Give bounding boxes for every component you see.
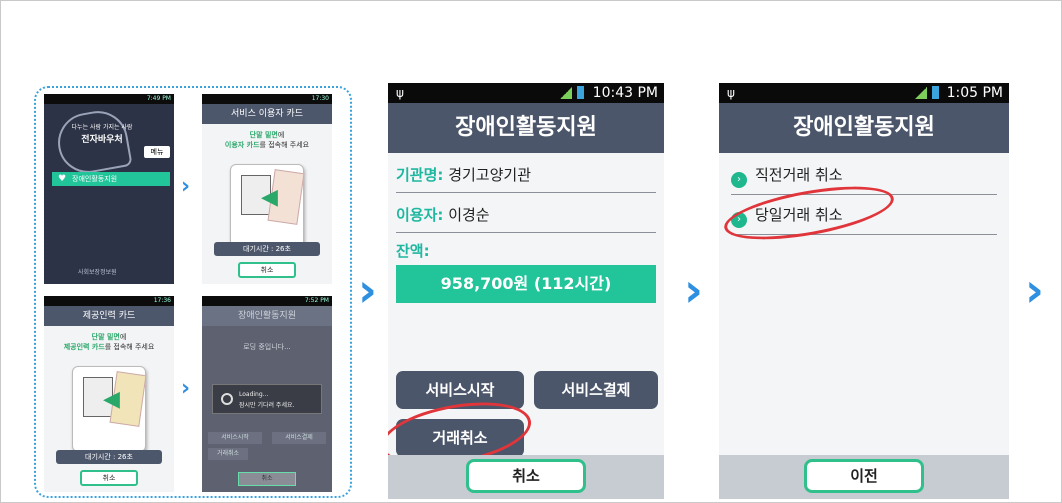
status-bar: ψ 1:05 PM [719, 83, 1009, 103]
mini-start-button[interactable]: 서비스시작 [208, 432, 262, 444]
mini-status-bar: 7:49 PM [44, 94, 174, 104]
chevron-right-icon: › [181, 376, 191, 401]
chevron-right-icon: › [684, 263, 703, 317]
loading-dialog: Loading... 잠시만 기다려 주세요. [212, 384, 322, 414]
bottom-bar: 취소 [388, 455, 664, 499]
cancel-button[interactable]: 취소 [238, 262, 296, 278]
arrow-left-icon: ◀ [261, 185, 278, 210]
cancel-button[interactable]: 취소 [238, 472, 296, 486]
balance-value: 958,700원 (112시간) [396, 265, 656, 303]
user-label: 이용자: [396, 206, 444, 224]
balance-row: 잔액: [396, 233, 656, 269]
instruction-highlight: 이용자 카드 [224, 141, 260, 149]
signal-icon [915, 87, 927, 99]
user-row: 이용자: 이경순 [396, 197, 656, 233]
card-reader-illustration: ◀ [230, 164, 305, 250]
chevron-right-icon: › [358, 263, 377, 317]
mini-body: 단말 밑면에 이용자 카드를 접속해 주세요 ◀ 대기시간 : 26초 취소 [202, 124, 332, 284]
cancel-button[interactable]: 취소 [80, 470, 138, 486]
status-bar: ψ 10:43 PM [388, 83, 664, 103]
clock: 1:05 PM [946, 85, 1003, 101]
usb-icon: ψ [727, 86, 735, 100]
mini-pay-button[interactable]: 서비스결제 [272, 432, 326, 444]
previous-button[interactable]: 이전 [804, 459, 924, 493]
phone-screen-cancel-options: ψ 1:05 PM 장애인활동지원 › 직전거래 취소 › 당일거래 취소 이전 [719, 83, 1009, 499]
battery-icon [932, 86, 939, 99]
mini-header: 서비스 이용자 카드 [202, 104, 332, 124]
mini-tagline: 다누는 사람 가지는 사람 [71, 124, 133, 131]
page-title: 장애인활동지원 [388, 103, 664, 153]
mini-title: 전자바우처 [81, 135, 123, 145]
instruction-text: 를 접속해 주세요 [104, 343, 155, 351]
signal-icon [560, 87, 572, 99]
bottom-bar: 이전 [719, 455, 1009, 499]
wait-time-badge: 대기시간 : 26초 [56, 450, 162, 464]
instruction-highlight: 단말 밑면 [91, 333, 120, 341]
footer-logo: 사회보장정보원 [78, 269, 117, 276]
instruction-line-1: 단말 밑면에 제공인력 카드를 접속해 주세요 [44, 332, 174, 352]
battery-icon [577, 86, 584, 99]
mini-screen-main: 7:49 PM 다누는 사람 가지는 사람 전자바우처 메뉴 ♥ 장애인활동지원… [44, 94, 174, 284]
mini-status-bar: 17:30 [202, 94, 332, 104]
mini-cancel-tx-button[interactable]: 거래취소 [208, 448, 248, 460]
mini-service-label: 장애인활동지원 [72, 175, 118, 183]
chevron-right-icon: › [181, 174, 191, 199]
org-label: 기관명: [396, 166, 444, 184]
instruction-highlight: 단말 밑면 [249, 131, 278, 139]
wait-time-badge: 대기시간 : 26초 [214, 242, 320, 256]
mini-status-bar: 17:36 [44, 296, 174, 306]
arrow-left-icon: ◀ [103, 387, 120, 412]
instruction-line-1: 단말 밑면에 이용자 카드를 접속해 주세요 [202, 130, 332, 150]
service-pay-button[interactable]: 서비스결제 [534, 371, 658, 409]
instruction-text: 에 [277, 131, 285, 139]
user-value: 이경순 [448, 206, 490, 224]
org-row: 기관명: 경기고양기관 [396, 157, 656, 193]
instruction-text: 를 접속해 주세요 [259, 141, 310, 149]
page-title: 장애인활동지원 [719, 103, 1009, 153]
mini-screens-group: 7:49 PM 다누는 사람 가지는 사람 전자바우처 메뉴 ♥ 장애인활동지원… [34, 86, 352, 498]
clock: 10:43 PM [592, 85, 658, 101]
phone-screen-balance: ψ 10:43 PM 장애인활동지원 기관명: 경기고양기관 이용자: 이경순 … [388, 83, 664, 499]
figure-frame: 7:49 PM 다누는 사람 가지는 사람 전자바우처 메뉴 ♥ 장애인활동지원… [0, 0, 1062, 503]
cancel-button[interactable]: 취소 [466, 459, 586, 493]
mini-screen-provider-card: 17:36 제공인력 카드 단말 밑면에 제공인력 카드를 접속해 주세요 ◀ … [44, 296, 174, 492]
usb-icon: ψ [396, 86, 404, 100]
content-area: › 직전거래 취소 › 당일거래 취소 이전 [719, 153, 1009, 499]
org-value: 경기고양기관 [448, 166, 531, 184]
mini-screen-user-card: 17:30 서비스 이용자 카드 단말 밑면에 이용자 카드를 접속해 주세요 … [202, 94, 332, 284]
instruction-highlight: 제공인력 카드 [63, 343, 105, 351]
mini-screen-loading: 7:52 PM 장애인활동지원 로딩 중입니다... Loading... 잠시… [202, 296, 332, 492]
heart-icon: ♥ [58, 174, 67, 184]
menu-button[interactable]: 메뉴 [144, 146, 170, 158]
chevron-right-icon: › [1025, 263, 1044, 317]
loading-subtext: 잠시만 기다려 주세요. [239, 402, 295, 409]
option-label: 직전거래 취소 [755, 166, 843, 184]
loading-text: Loading... [239, 391, 269, 398]
instruction-text: 에 [119, 333, 127, 341]
loading-note: 로딩 중입니다... [243, 343, 291, 351]
spinner-icon [221, 393, 233, 405]
mini-header: 제공인력 카드 [44, 306, 174, 326]
chevron-right-icon: › [731, 172, 747, 188]
mini-header: 장애인활동지원 [202, 306, 332, 326]
mini-service-item[interactable]: ♥ 장애인활동지원 [52, 172, 170, 186]
content-area: 기관명: 경기고양기관 이용자: 이경순 잔액: 958,700원 (112시간… [388, 153, 664, 499]
card-reader-illustration: ◀ [72, 366, 147, 452]
balance-label: 잔액: [396, 242, 430, 260]
mini-status-bar: 7:52 PM [202, 296, 332, 306]
mini-body: 단말 밑면에 제공인력 카드를 접속해 주세요 ◀ 대기시간 : 26초 취소 [44, 326, 174, 492]
